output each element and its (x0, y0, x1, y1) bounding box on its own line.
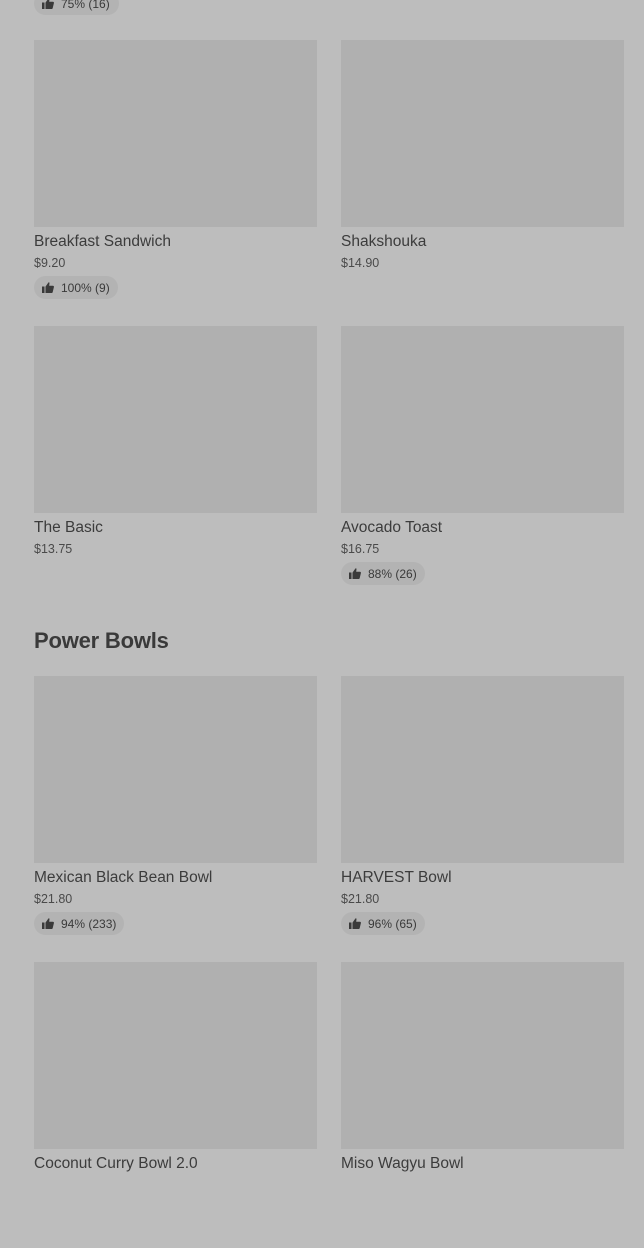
item-name[interactable]: Mexican Black Bean Bowl (34, 869, 317, 887)
thumbs-up-icon (42, 282, 54, 293)
menu-item-card[interactable]: HARVEST Bowl $21.80 96% (65) (341, 676, 624, 962)
item-image[interactable] (34, 676, 317, 863)
item-price: $13.75 (34, 542, 73, 556)
thumbs-up-icon (349, 568, 361, 579)
menu-item-card[interactable]: The Basic $13.75 (34, 326, 317, 612)
item-image[interactable] (34, 40, 317, 227)
item-price: $21.80 (34, 892, 73, 906)
menu-item-card[interactable]: Coconut Curry Bowl 2.0 (34, 962, 317, 1248)
item-name[interactable]: HARVEST Bowl (341, 869, 624, 887)
menu-item-card[interactable]: Shakshouka $14.90 (341, 40, 624, 326)
item-name[interactable]: Shakshouka (341, 233, 624, 251)
thumbs-up-icon (349, 918, 361, 929)
item-name[interactable]: Avocado Toast (341, 519, 624, 537)
rating-text: 100% (9) (61, 280, 110, 295)
item-image[interactable] (341, 40, 624, 227)
rating-badge: 94% (233) (34, 912, 125, 935)
rating-badge: 88% (26) (341, 562, 425, 585)
menu-grid: Mexican Black Bean Bowl $21.80 94% (233)… (34, 676, 624, 1248)
thumbs-up-icon (42, 0, 54, 9)
item-price: $14.90 (341, 256, 380, 270)
item-name[interactable]: Coconut Curry Bowl 2.0 (34, 1155, 317, 1173)
item-image[interactable] (34, 962, 317, 1149)
rating-text: 94% (233) (61, 916, 117, 931)
section-title: Power Bowls (34, 628, 169, 653)
thumbs-up-icon (42, 918, 54, 929)
item-image[interactable] (34, 326, 317, 513)
menu-grid: Breakfast Sandwich $9.20 100% (9) Shaksh… (34, 40, 624, 612)
item-image[interactable] (341, 676, 624, 863)
item-name[interactable]: Breakfast Sandwich (34, 233, 317, 251)
item-image[interactable] (341, 326, 624, 513)
menu-page: 75% (16) Breakfast Sandwich $9.20 100% (… (0, 0, 644, 1183)
item-name[interactable]: Miso Wagyu Bowl (341, 1155, 624, 1173)
item-name[interactable]: The Basic (34, 519, 317, 537)
menu-item-card[interactable]: Breakfast Sandwich $9.20 100% (9) (34, 40, 317, 326)
menu-item-card[interactable]: Mexican Black Bean Bowl $21.80 94% (233) (34, 676, 317, 962)
rating-text: 96% (65) (368, 916, 417, 931)
menu-item-card[interactable]: Avocado Toast $16.75 88% (26) (341, 326, 624, 612)
rating-text: 88% (26) (368, 566, 417, 581)
item-price: $21.80 (341, 892, 380, 906)
rating-badge: 75% (16) (34, 0, 119, 15)
rating-text: 75% (16) (61, 0, 110, 11)
item-price: $16.75 (341, 542, 380, 556)
item-image[interactable] (341, 962, 624, 1149)
rating-badge: 96% (65) (341, 912, 425, 935)
menu-item-card[interactable]: Miso Wagyu Bowl (341, 962, 624, 1248)
rating-badge: 100% (9) (34, 276, 118, 299)
item-price: $9.20 (34, 256, 66, 270)
